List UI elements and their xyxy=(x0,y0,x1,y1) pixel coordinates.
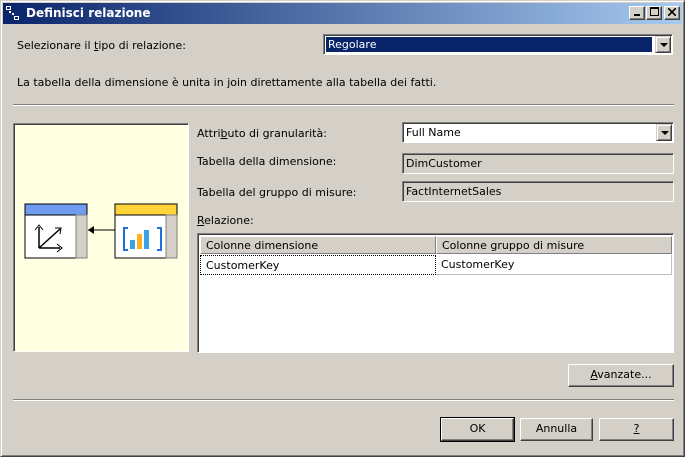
minimize-button[interactable] xyxy=(629,6,645,20)
ok-button[interactable]: OK xyxy=(440,417,515,442)
relation-type-label-part: Selezionare il xyxy=(17,39,94,52)
minimize-icon xyxy=(634,13,640,16)
relation-type-select[interactable]: Regolare xyxy=(323,34,673,55)
column-header-dimension[interactable]: Colonne dimensione xyxy=(200,236,436,254)
table-row-cell-dimension[interactable]: CustomerKey xyxy=(200,255,436,275)
help-button-label: ? xyxy=(633,422,640,435)
relation-type-label: Selezionare il tipo di relazione: xyxy=(17,39,186,52)
dimension-table-field: DimCustomer xyxy=(402,153,674,174)
granularity-label-part: Attri xyxy=(197,127,221,140)
maximize-icon xyxy=(649,7,659,16)
column-header-measure-group[interactable]: Colonne gruppo di misure xyxy=(436,236,672,254)
fact-table-graphic xyxy=(114,203,178,259)
dimension-table-graphic xyxy=(24,203,88,259)
granularity-select[interactable]: Full Name xyxy=(402,122,674,143)
relation-grid[interactable]: Colonne dimensione Colonne gruppo di mis… xyxy=(197,233,674,353)
relation-diagram xyxy=(13,123,189,352)
relation-diagram-graphic xyxy=(24,203,178,259)
dimension-table-label: Tabella della dimensione: xyxy=(197,155,337,168)
maximize-button[interactable] xyxy=(646,6,662,20)
separator xyxy=(13,399,674,401)
chevron-down-icon[interactable] xyxy=(655,36,671,53)
relation-type-label-part: ipo di relazione: xyxy=(98,39,186,52)
measure-group-table-label: Tabella del gruppo di misure: xyxy=(197,186,357,199)
relation-app-icon xyxy=(6,6,19,20)
advanced-button-label: vanzate... xyxy=(597,368,652,381)
table-row-cell-measure-group[interactable]: CustomerKey xyxy=(436,255,672,275)
separator xyxy=(13,104,674,106)
close-button[interactable] xyxy=(664,6,680,20)
granularity-label-accel: b xyxy=(220,127,228,140)
measure-group-table-value: FactInternetSales xyxy=(406,185,502,198)
window-title: Definisci relazione xyxy=(26,6,151,20)
granularity-label: Attributo di granularità: xyxy=(197,127,327,140)
advanced-button[interactable]: Avanzate... xyxy=(568,364,674,387)
title-bar[interactable]: Definisci relazione xyxy=(3,3,682,24)
close-icon xyxy=(667,6,677,17)
measure-group-table-field: FactInternetSales xyxy=(402,181,674,202)
dialog-window: Definisci relazione Selezionare il tipo … xyxy=(0,0,685,457)
relation-label: Relazione: xyxy=(197,214,254,227)
relation-label-part: elazione: xyxy=(204,214,254,227)
help-button[interactable]: ? xyxy=(599,418,674,441)
granularity-value: Full Name xyxy=(406,126,461,139)
chevron-down-icon[interactable] xyxy=(656,124,672,141)
arrow-left-icon xyxy=(88,226,115,234)
relation-description: La tabella della dimensione è unita in j… xyxy=(17,76,437,89)
cancel-button[interactable]: Annulla xyxy=(520,418,593,441)
granularity-label-part: uto di granularità: xyxy=(227,127,327,140)
dimension-table-value: DimCustomer xyxy=(406,157,482,170)
relation-type-value: Regolare xyxy=(326,37,652,52)
